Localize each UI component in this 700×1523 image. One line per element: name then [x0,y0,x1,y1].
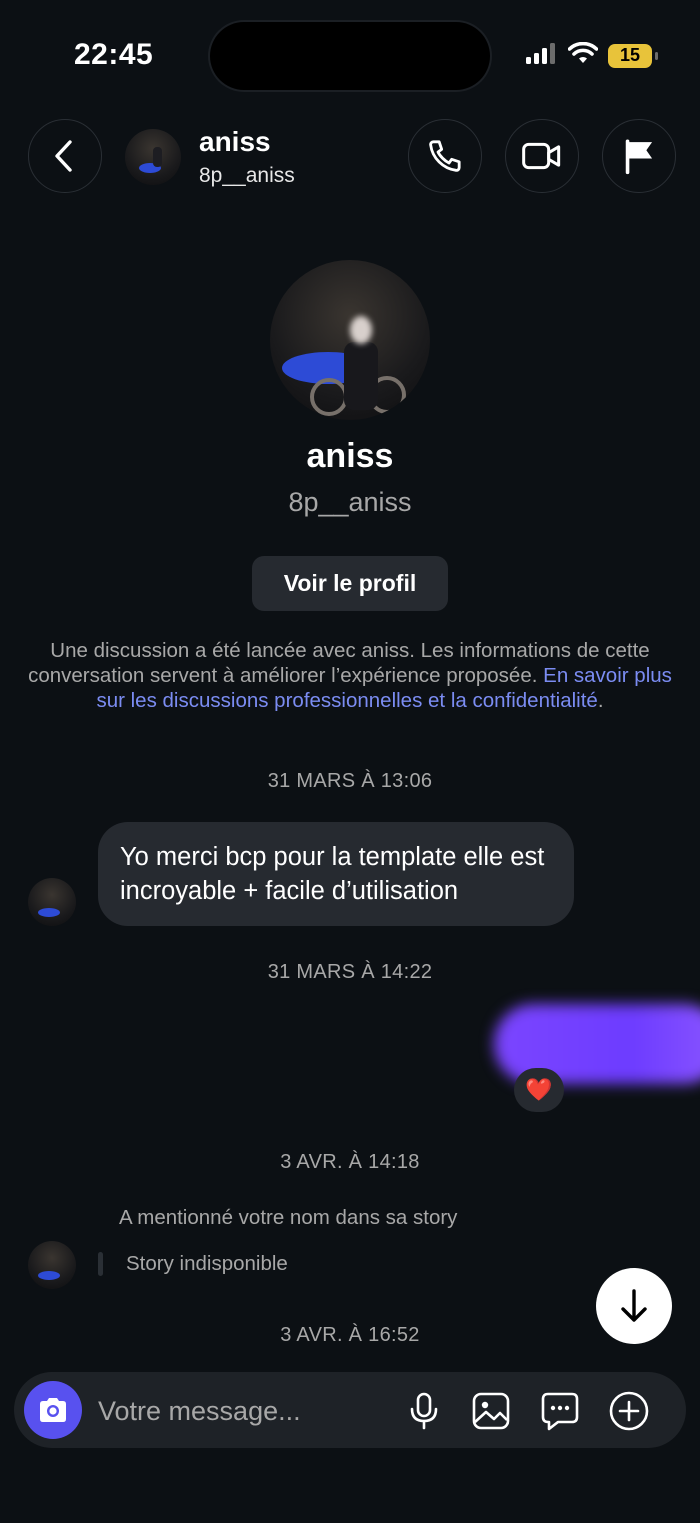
microphone-button[interactable] [403,1390,445,1432]
story-unavailable: Story indisponible [126,1252,288,1275]
profile-name: aniss [306,437,394,475]
message-composer [14,1372,686,1448]
notice-end: . [597,689,604,712]
sender-avatar[interactable] [28,1241,76,1289]
microphone-icon [410,1392,438,1430]
battery-icon: 15 [608,43,658,68]
timestamp: 3 AVR. À 14:18 [280,1151,420,1173]
phone-icon [429,140,461,172]
business-chat-notice: Une discussion a été lancée avec aniss. … [20,638,680,713]
timestamp: 3 AVR. À 16:52 [280,1324,420,1346]
chat-bubble-icon [541,1392,579,1431]
chevron-left-icon [55,140,72,172]
profile-username: 8p__aniss [288,487,412,517]
header-name[interactable]: aniss [199,126,271,158]
message-bubble[interactable]: Yo merci bcp pour la template elle est i… [98,822,574,926]
report-button[interactable] [602,119,676,193]
profile-avatar[interactable] [270,260,430,420]
flag-icon [625,139,653,175]
arrow-down-icon [621,1289,647,1322]
header-avatar[interactable] [125,129,181,185]
wifi-icon [567,41,599,69]
dynamic-island [210,22,490,90]
video-call-button[interactable] [505,119,579,193]
signal-icon [526,42,558,69]
audio-call-button[interactable] [408,119,482,193]
heart-reaction[interactable]: ❤️ [514,1068,564,1112]
timestamp: 31 MARS À 14:22 [267,961,433,983]
sender-avatar[interactable] [28,878,76,926]
plus-circle-icon [609,1391,649,1431]
story-mention-label: A mentionné votre nom dans sa story [119,1206,458,1229]
image-icon [472,1392,510,1430]
status-time: 22:45 [74,38,154,71]
camera-button[interactable] [24,1381,82,1439]
chat-screen: 22:45 15 aniss 8p__aniss aniss 8p__aniss… [0,0,700,1523]
video-camera-icon [522,142,561,170]
camera-icon [40,1398,66,1422]
gallery-button[interactable] [470,1390,512,1432]
header-username[interactable]: 8p__aniss [199,164,295,188]
story-reply-bar [98,1252,103,1276]
more-button[interactable] [608,1390,650,1432]
view-profile-button[interactable]: Voir le profil [252,556,448,611]
sticker-button[interactable] [539,1390,581,1432]
status-icons: 15 [526,41,658,69]
message-input[interactable] [96,1390,400,1432]
timestamp: 31 MARS À 13:06 [267,770,433,792]
back-button[interactable] [28,119,102,193]
